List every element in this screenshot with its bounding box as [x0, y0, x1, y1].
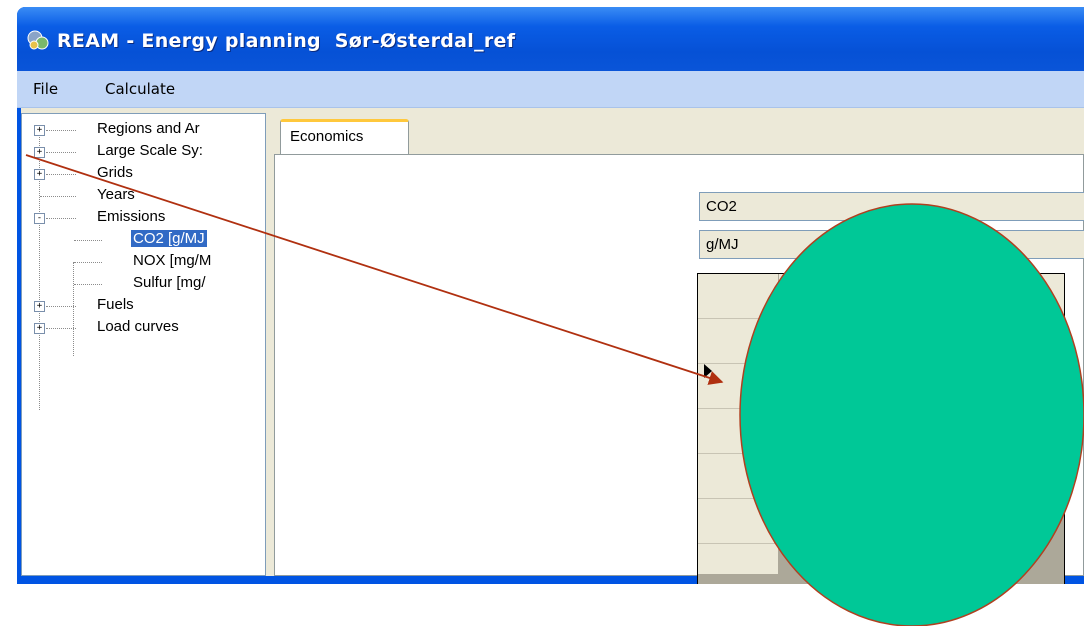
annotation-arrow	[25, 154, 724, 385]
annotation-overlay	[25, 154, 1084, 626]
annotation-ellipse	[739, 203, 1084, 626]
